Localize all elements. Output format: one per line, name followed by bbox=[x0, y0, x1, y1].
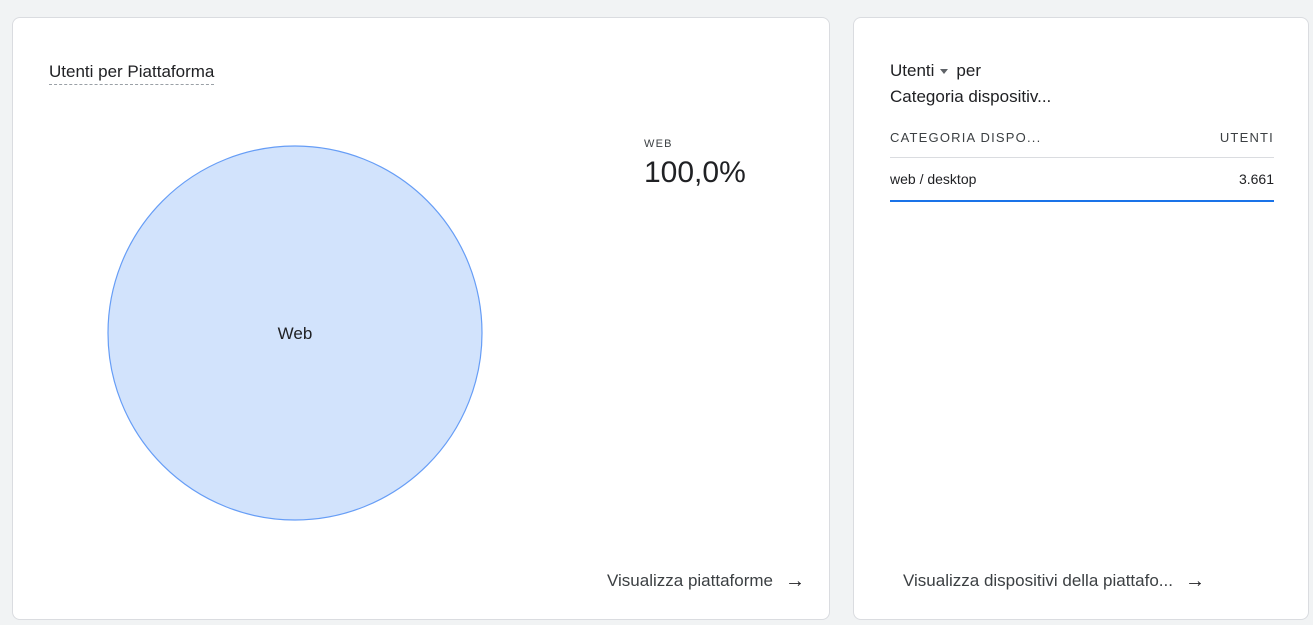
table-row[interactable]: web / desktop 3.661 bbox=[890, 158, 1274, 202]
device-category-card: Utenti per Categoria dispositiv... CATEG… bbox=[853, 17, 1309, 620]
header-users[interactable]: UTENTI bbox=[1220, 130, 1274, 145]
table-header: CATEGORIA DISPO... UTENTI bbox=[890, 130, 1274, 158]
metric-label: Utenti bbox=[890, 61, 935, 80]
pie-chart: Web bbox=[107, 145, 483, 521]
device-table: CATEGORIA DISPO... UTENTI web / desktop … bbox=[890, 130, 1274, 202]
view-devices-label: Visualizza dispositivi della piattafo... bbox=[903, 571, 1173, 590]
metric-selector[interactable]: Utenti bbox=[890, 58, 956, 84]
dropdown-icon bbox=[940, 68, 949, 74]
platform-users-card: Utenti per Piattaforma Web WEB 100,0% Vi… bbox=[12, 17, 830, 620]
pie-slice-label: Web bbox=[278, 324, 313, 343]
card-title: Utenti per Piattaforma bbox=[49, 62, 215, 85]
card-title: Utenti per Categoria dispositiv... bbox=[890, 58, 1051, 110]
view-devices-link[interactable]: Visualizza dispositivi della piattafo...… bbox=[903, 571, 1205, 591]
dimension-label: Categoria dispositiv... bbox=[890, 87, 1052, 106]
view-platforms-link[interactable]: Visualizza piattaforme → bbox=[607, 571, 805, 591]
card-title-text[interactable]: Utenti per Piattaforma bbox=[49, 62, 215, 85]
legend-value: 100,0% bbox=[644, 156, 746, 189]
title-per: per bbox=[956, 61, 981, 80]
view-platforms-label: Visualizza piattaforme bbox=[607, 571, 773, 590]
row-users: 3.661 bbox=[1238, 171, 1274, 187]
arrow-right-icon: → bbox=[1184, 570, 1205, 592]
legend-label: WEB bbox=[644, 138, 673, 150]
chart-legend: WEB 100,0% bbox=[644, 138, 746, 190]
header-category[interactable]: CATEGORIA DISPO... bbox=[890, 130, 1041, 145]
row-category: web / desktop bbox=[890, 171, 977, 187]
arrow-right-icon: → bbox=[785, 570, 805, 592]
